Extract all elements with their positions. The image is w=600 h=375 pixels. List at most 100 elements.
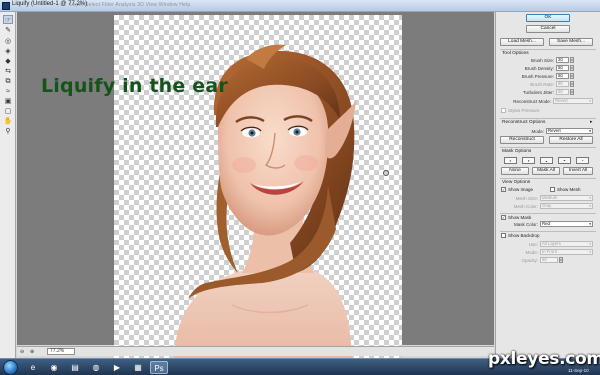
- reconstruct-button[interactable]: Reconstruct: [500, 136, 544, 144]
- opacity-dropdown-icon[interactable]: ▾: [559, 257, 563, 263]
- brush-rate-field[interactable]: 80: [556, 81, 569, 87]
- show-mask-checkbox[interactable]: ✓: [501, 215, 506, 220]
- turbulence-tool-icon[interactable]: ≈: [3, 87, 13, 96]
- chevron-down-icon: ▾: [589, 196, 591, 200]
- windows-media-icon[interactable]: ◉: [45, 361, 63, 374]
- brush-density-field[interactable]: 50: [556, 65, 569, 71]
- mask-options-section: [500, 147, 596, 148]
- liquify-tools-column: ☞ ✎ ◎ ◈ ◆ ⇆ ⧉ ≈ ▣ ▢ ✋ ⚲: [0, 12, 16, 358]
- explorer-folder-icon[interactable]: ▦: [129, 361, 147, 374]
- zoom-out-icon[interactable]: ⊖: [20, 349, 24, 355]
- turbulent-jitter-label: Turbulent Jitter:: [522, 90, 554, 95]
- view-options-title: View Options: [502, 180, 531, 185]
- thaw-mask-tool-icon[interactable]: ▢: [3, 107, 13, 116]
- subtract-from-selection-icon[interactable]: ◒: [540, 157, 553, 164]
- reconstruct-options-section: [500, 118, 596, 119]
- mask-color-label: Mask Color:: [513, 222, 538, 227]
- brush-pressure-field[interactable]: 50: [556, 73, 569, 79]
- folder-icon[interactable]: ▤: [66, 361, 84, 374]
- brush-pressure-dropdown-icon[interactable]: ▾: [570, 73, 574, 79]
- forward-warp-tool-icon[interactable]: ☞: [3, 15, 13, 24]
- mask-none-button[interactable]: None: [501, 167, 529, 175]
- show-mask-label: Show Mask: [508, 215, 532, 220]
- mesh-size-value: Medium: [542, 195, 558, 200]
- mirror-tool-icon[interactable]: ⧉: [3, 77, 13, 86]
- liquify-canvas-area[interactable]: Liquify in the ear: [17, 12, 494, 358]
- chevron-down-icon: ▾: [589, 222, 591, 226]
- brush-rate-dropdown-icon[interactable]: ▾: [570, 81, 574, 87]
- bloat-tool-icon[interactable]: ◆: [3, 57, 13, 66]
- photoshop-liquify-screen: Liquify (Untitled-1 @ 77.2%) Layer Selec…: [0, 0, 600, 375]
- intersect-selection-icon[interactable]: ◓: [558, 157, 571, 164]
- liquify-options-panel: OK Cancel Load Mesh... Save Mesh... Tool…: [495, 12, 600, 358]
- invert-all-button[interactable]: Invert All: [563, 167, 593, 175]
- reconstruct-options-title: Reconstruct Options: [502, 120, 546, 125]
- use-value: All Layers: [542, 241, 561, 246]
- show-backdrop-checkbox[interactable]: [501, 233, 506, 238]
- portrait-image: [174, 44, 356, 358]
- tool-options-title: Tool Options: [502, 51, 529, 56]
- brush-density-dropdown-icon[interactable]: ▾: [570, 65, 574, 71]
- reconstruct-mode-select[interactable]: Revert ▾: [553, 98, 593, 104]
- mask-view-divider: [500, 213, 596, 214]
- use-select[interactable]: All Layers ▾: [540, 241, 593, 247]
- opacity-label: Opacity:: [521, 258, 538, 263]
- photoshop-taskbar-icon[interactable]: Ps: [150, 361, 168, 374]
- mask-options-title: Mask Options: [502, 149, 532, 154]
- hand-tool-icon[interactable]: ✋: [3, 117, 13, 126]
- reconstruct-tool-icon[interactable]: ✎: [3, 26, 13, 35]
- chevron-down-icon: ▾: [589, 204, 591, 208]
- brush-cursor-icon: [383, 170, 389, 176]
- cancel-button[interactable]: Cancel: [526, 25, 570, 33]
- mode-select[interactable]: Revert ▾: [546, 128, 593, 134]
- chevron-down-icon: ▾: [589, 99, 591, 103]
- zoom-tool-icon[interactable]: ⚲: [3, 127, 13, 136]
- menu-strip[interactable]: Layer Select Filter Analysis 3D View Win…: [70, 2, 190, 8]
- transparent-canvas[interactable]: [114, 15, 402, 358]
- mode-label: Mode:: [531, 129, 544, 134]
- invert-selection-icon[interactable]: ◔: [576, 157, 589, 164]
- panel-menu-icon[interactable]: ▸: [590, 119, 593, 125]
- zoom-level-field[interactable]: 77.2%: [47, 348, 75, 355]
- brush-size-dropdown-icon[interactable]: ▾: [570, 57, 574, 63]
- start-button-icon[interactable]: [3, 360, 18, 375]
- save-mesh-button[interactable]: Save Mesh...: [549, 38, 593, 46]
- watermark-logo: pxleyes.com: [488, 349, 600, 369]
- media-player-icon[interactable]: ▶: [108, 361, 126, 374]
- turbulent-jitter-dropdown-icon[interactable]: ▾: [570, 89, 574, 95]
- add-to-selection-icon[interactable]: ◑: [522, 157, 535, 164]
- firefox-icon[interactable]: ◍: [87, 361, 105, 374]
- brush-density-label: Brush Density:: [524, 66, 554, 71]
- backdrop-mode-value: In Front: [542, 249, 557, 254]
- mesh-color-value: Gray: [542, 203, 552, 208]
- restore-all-button[interactable]: Restore All: [549, 136, 593, 144]
- mask-color-value: Red: [542, 221, 550, 226]
- show-mesh-checkbox[interactable]: [550, 187, 555, 192]
- brush-rate-label: Brush Rate:: [530, 82, 554, 87]
- internet-explorer-icon[interactable]: e: [24, 361, 42, 374]
- view-options-section: [500, 178, 596, 179]
- mask-all-button[interactable]: Mask All: [532, 167, 560, 175]
- stylus-pressure-checkbox[interactable]: [501, 108, 506, 113]
- brush-size-label: Brush Size:: [530, 58, 554, 63]
- freeze-mask-tool-icon[interactable]: ▣: [3, 97, 13, 106]
- twirl-tool-icon[interactable]: ◎: [3, 37, 13, 46]
- brush-size-field[interactable]: 20: [556, 57, 569, 63]
- backdrop-mode-label: Mode:: [525, 250, 538, 255]
- replace-selection-icon[interactable]: ◐: [504, 157, 517, 164]
- mesh-size-select[interactable]: Medium ▾: [540, 195, 593, 201]
- show-image-checkbox[interactable]: ✓: [501, 187, 506, 192]
- pucker-tool-icon[interactable]: ◈: [3, 47, 13, 56]
- mesh-size-label: Mesh Size:: [515, 196, 538, 201]
- backdrop-mode-select[interactable]: In Front ▾: [540, 249, 593, 255]
- liquify-caption: Liquify in the ear: [41, 75, 228, 97]
- ok-button[interactable]: OK: [526, 14, 570, 22]
- opacity-field[interactable]: 50: [540, 257, 558, 263]
- reconstruct-mode-label: Reconstruct Mode:: [513, 99, 551, 104]
- zoom-in-icon[interactable]: ⊕: [30, 349, 34, 355]
- mask-color-select[interactable]: Red ▾: [540, 221, 593, 227]
- push-left-tool-icon[interactable]: ⇆: [3, 67, 13, 76]
- load-mesh-button[interactable]: Load Mesh...: [500, 38, 544, 46]
- turbulent-jitter-field[interactable]: 50: [556, 89, 569, 95]
- mesh-color-select[interactable]: Gray ▾: [540, 203, 593, 209]
